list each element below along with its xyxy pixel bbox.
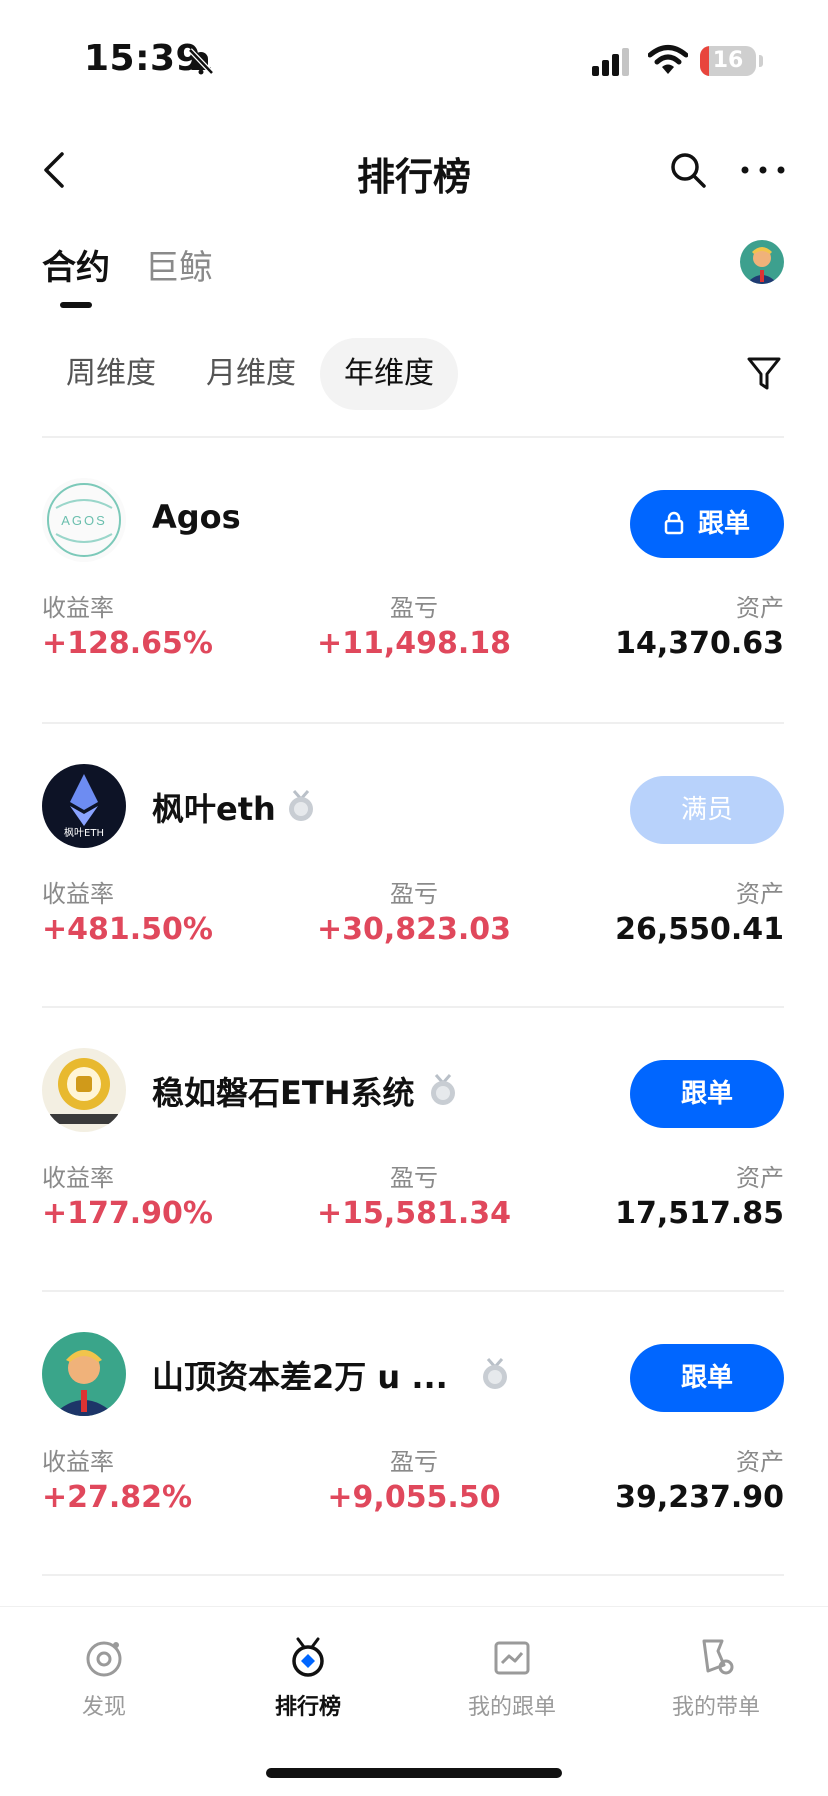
more-icon[interactable] <box>740 158 786 182</box>
silver-medal-icon <box>483 1358 507 1389</box>
lock-icon <box>664 511 684 535</box>
trader-row: 枫叶ETH 枫叶eth 满员 收益率 盈亏 资产 +481.50% +30,82… <box>0 724 828 1008</box>
tabbar-my-lead[interactable]: 我的带单 <box>636 1635 796 1721</box>
trader-name[interactable]: 稳如磐石ETH系统 <box>152 1068 414 1114</box>
leaderboard-icon <box>292 1637 324 1677</box>
copy-trade-icon <box>494 1641 530 1675</box>
silver-medal-icon <box>431 1074 455 1105</box>
pnl-label: 盈亏 <box>390 880 438 908</box>
agos-logo-icon: AGOS <box>42 478 126 562</box>
battery-icon: 16 <box>700 46 756 76</box>
copy-trade-button[interactable]: 跟单 <box>630 490 784 558</box>
tab-whale[interactable]: 巨鲸 <box>145 240 213 289</box>
tabbar-label: 排行榜 <box>274 1695 341 1720</box>
period-week[interactable]: 周维度 <box>46 338 176 410</box>
trader-row: AGOS Agos 跟单 收益率 盈亏 资产 +128.65% +11,498.… <box>0 438 828 722</box>
signal-icon <box>592 48 629 76</box>
assets-value: 14,370.63 <box>615 626 784 661</box>
period-year[interactable]: 年维度 <box>320 338 458 410</box>
avatar-text: 枫叶ETH <box>64 826 104 839</box>
trader-name[interactable]: Agos <box>152 498 241 536</box>
filter-icon[interactable] <box>746 354 782 394</box>
pnl-label: 盈亏 <box>390 1164 438 1192</box>
tabbar-leaderboard[interactable]: 排行榜 <box>228 1635 388 1721</box>
status-time: 15:39 <box>84 38 202 79</box>
bell-muted-icon <box>188 48 214 75</box>
tabbar-my-copy[interactable]: 我的跟单 <box>432 1635 592 1721</box>
assets-value: 26,550.41 <box>615 912 784 947</box>
lead-trade-icon <box>702 1639 734 1675</box>
silver-medal-icon <box>289 790 313 821</box>
gold-emblem-icon <box>42 1048 126 1132</box>
trader-avatar[interactable]: 枫叶ETH <box>42 764 126 848</box>
copy-trade-label: 跟单 <box>697 509 750 539</box>
search-icon[interactable] <box>668 150 708 190</box>
trader-avatar[interactable]: AGOS <box>42 478 126 562</box>
tab-indicator <box>60 302 92 308</box>
assets-label: 资产 <box>736 1164 784 1192</box>
tab-contract[interactable]: 合约 <box>42 240 110 289</box>
home-indicator[interactable] <box>266 1768 562 1778</box>
assets-value: 17,517.85 <box>615 1196 784 1231</box>
tabbar-discover[interactable]: 发现 <box>24 1635 184 1721</box>
assets-label: 资产 <box>736 880 784 908</box>
discover-icon <box>86 1641 122 1677</box>
assets-value: 39,237.90 <box>615 1480 784 1515</box>
full-button[interactable]: 满员 <box>630 776 784 844</box>
portrait-avatar-icon <box>42 1332 126 1416</box>
trader-row: 稳如磐石ETH系统 跟单 收益率 盈亏 资产 +177.90% +15,581.… <box>0 1008 828 1292</box>
avatar-image-icon <box>740 240 784 284</box>
eth-logo-icon: 枫叶ETH <box>42 764 126 848</box>
wifi-icon <box>648 45 688 74</box>
tabbar-label: 我的跟单 <box>467 1695 556 1720</box>
tabbar-label: 我的带单 <box>671 1695 760 1720</box>
tabbar-label: 发现 <box>81 1695 126 1720</box>
assets-label: 资产 <box>736 1448 784 1476</box>
battery-cap <box>759 55 763 67</box>
assets-label: 资产 <box>736 594 784 622</box>
battery-level: 16 <box>712 48 744 73</box>
trader-name[interactable]: 山顶资本差2万 u ... <box>152 1352 448 1398</box>
trader-row: 山顶资本差2万 u ... 跟单 收益率 盈亏 资产 +27.82% +9,05… <box>0 1292 828 1576</box>
divider <box>42 1574 784 1576</box>
trader-name[interactable]: 枫叶eth <box>152 784 276 830</box>
period-month[interactable]: 月维度 <box>186 338 316 410</box>
trader-avatar[interactable] <box>42 1332 126 1416</box>
pnl-label: 盈亏 <box>390 594 438 622</box>
copy-trade-button[interactable]: 跟单 <box>630 1060 784 1128</box>
trader-avatar[interactable] <box>42 1048 126 1132</box>
user-avatar[interactable] <box>740 240 784 284</box>
status-bar: 15:39 16 <box>0 0 828 124</box>
copy-trade-button[interactable]: 跟单 <box>630 1344 784 1412</box>
avatar-text: AGOS <box>61 513 107 528</box>
pnl-label: 盈亏 <box>390 1448 438 1476</box>
